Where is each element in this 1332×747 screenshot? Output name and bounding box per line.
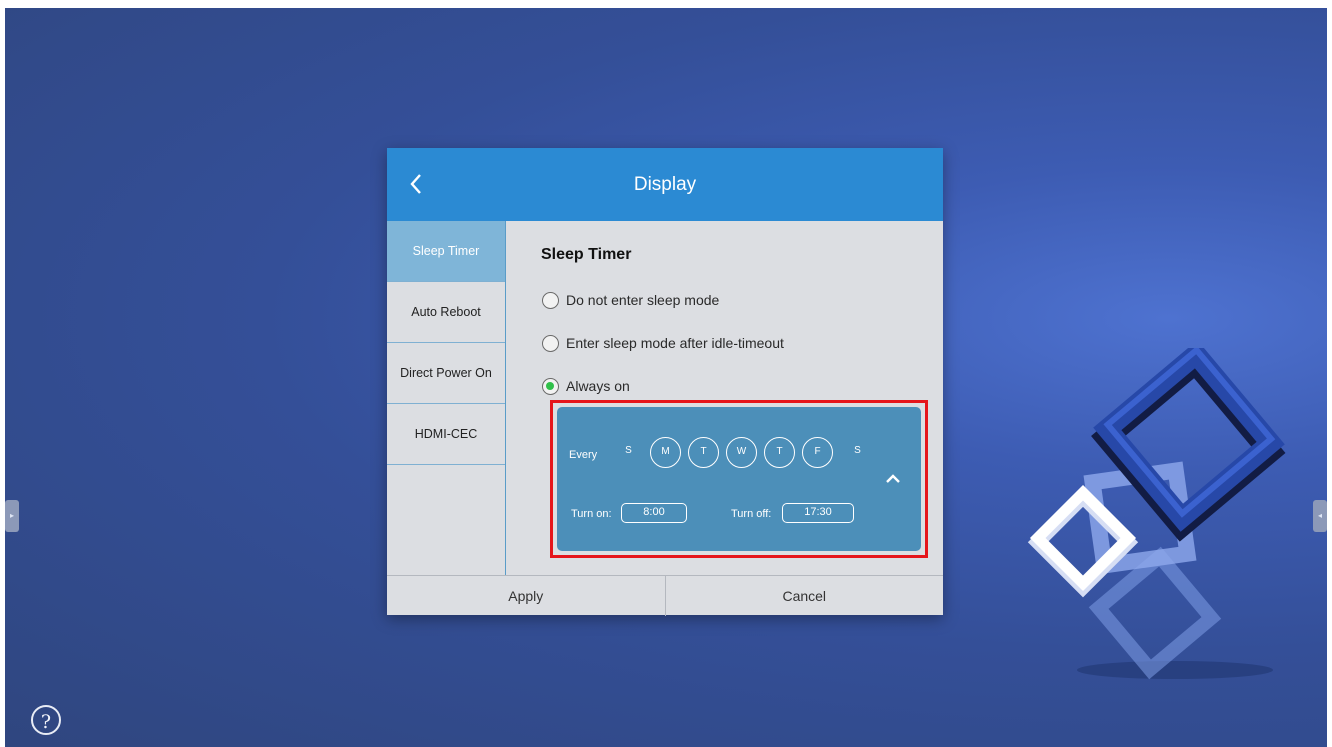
radio-button[interactable] xyxy=(542,334,559,352)
sidebar-item-direct-power-on[interactable]: Direct Power On xyxy=(387,343,505,404)
day-toggle-sunday[interactable]: S xyxy=(613,437,644,468)
help-button[interactable]: ? xyxy=(31,705,61,735)
chevron-up-icon xyxy=(886,474,900,483)
option-label: Enter sleep mode after idle-timeout xyxy=(566,335,784,351)
turn-on-label: Turn on: xyxy=(571,508,612,520)
day-toggle-tuesday[interactable]: T xyxy=(688,437,719,468)
radio-button[interactable] xyxy=(542,291,559,309)
dialog-title: Display xyxy=(633,174,697,195)
expand-right-icon: ▸ xyxy=(9,511,14,520)
desktop-background: ▸ ◂ ? Display Sleep Timer Auto Reboot Di… xyxy=(5,8,1327,747)
sidebar-item-label: Auto Reboot xyxy=(411,305,481,319)
section-title: Sleep Timer xyxy=(541,246,632,263)
dialog-footer: Apply Cancel xyxy=(387,575,943,616)
sidebar-item-sleep-timer[interactable]: Sleep Timer xyxy=(387,221,505,282)
option-label: Do not enter sleep mode xyxy=(566,292,720,308)
day-toggle-wednesday[interactable]: W xyxy=(726,437,757,468)
collapse-schedule-button[interactable] xyxy=(883,469,903,489)
day-toggle-friday[interactable]: F xyxy=(802,437,833,468)
schedule-highlight-frame: Every S M T W T F S Turn on: 8:00 Turn o… xyxy=(550,400,928,558)
every-label: Every xyxy=(569,449,598,461)
option-label: Always on xyxy=(566,378,630,394)
sidebar-item-label: Sleep Timer xyxy=(412,244,480,258)
cancel-button[interactable]: Cancel xyxy=(666,576,944,616)
settings-content: Sleep Timer Do not enter sleep mode Ente… xyxy=(506,221,943,575)
option-always-on[interactable]: Always on xyxy=(542,375,630,397)
day-toggle-thursday[interactable]: T xyxy=(764,437,795,468)
turn-off-label: Turn off: xyxy=(731,508,772,520)
radio-button-checked[interactable] xyxy=(542,377,559,395)
day-toggle-saturday[interactable]: S xyxy=(842,437,873,468)
sidebar-item-label: HDMI-CEC xyxy=(414,427,478,441)
turn-on-time-input[interactable]: 8:00 xyxy=(621,503,687,523)
day-toggle-monday[interactable]: M xyxy=(650,437,681,468)
display-settings-dialog: Display Sleep Timer Auto Reboot Direct P… xyxy=(387,148,943,616)
sidebar-item-label: Direct Power On xyxy=(400,366,492,380)
option-sleep-after-idle[interactable]: Enter sleep mode after idle-timeout xyxy=(542,332,784,354)
apply-button[interactable]: Apply xyxy=(387,576,666,616)
sidebar-item-hdmi-cec[interactable]: HDMI-CEC xyxy=(387,404,505,465)
expand-left-icon: ◂ xyxy=(1317,511,1322,520)
right-edge-tab[interactable]: ◂ xyxy=(1313,500,1327,532)
settings-sidebar: Sleep Timer Auto Reboot Direct Power On … xyxy=(387,221,506,575)
left-edge-tab[interactable]: ▸ xyxy=(5,500,19,532)
decorative-cubes-graphic xyxy=(1027,348,1286,680)
sidebar-item-auto-reboot[interactable]: Auto Reboot xyxy=(387,282,505,343)
question-mark-icon: ? xyxy=(40,711,52,733)
schedule-panel: Every S M T W T F S Turn on: 8:00 Turn o… xyxy=(557,407,921,551)
turn-off-time-input[interactable]: 17:30 xyxy=(782,503,854,523)
option-do-not-sleep[interactable]: Do not enter sleep mode xyxy=(542,289,719,311)
dialog-header: Display xyxy=(387,148,943,221)
